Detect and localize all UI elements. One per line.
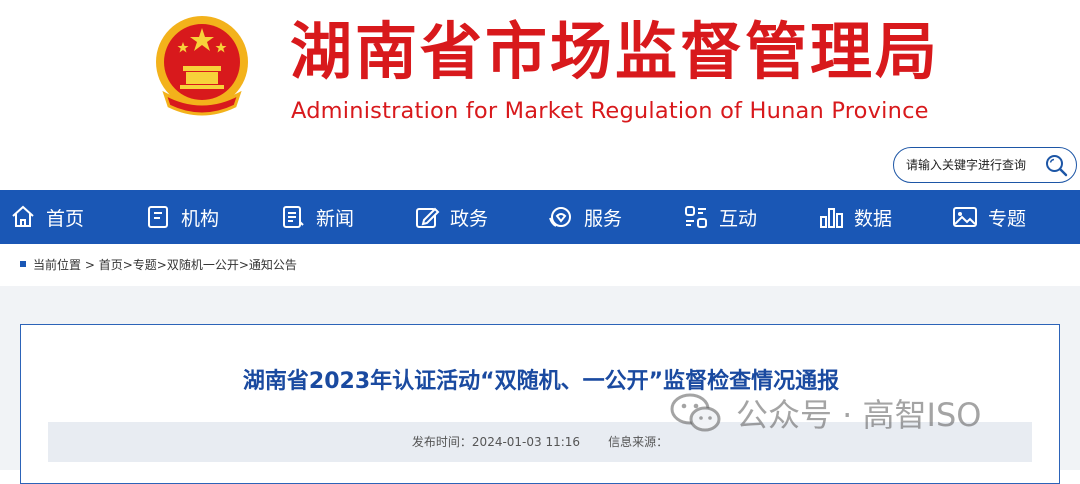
news-icon [283, 206, 304, 228]
search-input[interactable]: 请输入关键字进行查询 [906, 148, 1026, 182]
nav-item-news[interactable]: 新闻 [280, 190, 354, 244]
interact-icon [685, 206, 707, 228]
breadcrumb-separator: > [122, 258, 133, 272]
home-icon [12, 205, 34, 227]
watermark-text: 公众号 · 高智ISO [736, 396, 982, 434]
nav-item-label: 新闻 [316, 207, 355, 230]
site-subtitle: Administration for Market Regulation of … [291, 98, 929, 124]
breadcrumb-separator: > [238, 258, 249, 272]
site-header: 湖南省市场监督管理局 Administration for Market Reg… [0, 0, 1080, 190]
nav-item-org[interactable]: 机构 [145, 190, 219, 244]
nav-item-service[interactable]: 服务 [548, 190, 622, 244]
nav-item-label: 专题 [988, 207, 1027, 230]
search-box[interactable]: 请输入关键字进行查询 [893, 147, 1077, 183]
nav-item-label: 服务 [584, 207, 623, 230]
service-icon [549, 207, 571, 227]
nav-item-interact[interactable]: 互动 [683, 190, 757, 244]
publish-time-label: 发布时间： [411, 435, 472, 449]
nav-item-home[interactable]: 首页 [10, 190, 84, 244]
breadcrumb-item-topics[interactable]: 专题 [133, 258, 157, 272]
nav-item-label: 互动 [719, 207, 758, 230]
watermark: 公众号 · 高智ISO [670, 388, 981, 438]
breadcrumb-item-home[interactable]: 首页 [99, 258, 123, 272]
publish-time: 2024-01-03 11:16 [471, 435, 581, 449]
search-icon[interactable] [1044, 153, 1068, 177]
nav-item-government[interactable]: 政务 [414, 190, 488, 244]
site-title: 湖南省市场监督管理局 [290, 15, 941, 88]
breadcrumb: 当前位置 > 首页>专题>双随机一公开>通知公告 [33, 244, 297, 286]
edit-icon [416, 207, 440, 228]
breadcrumb-item-notices[interactable]: 通知公告 [249, 258, 297, 272]
breadcrumb-separator: > [156, 258, 167, 272]
nav-item-data[interactable]: 数据 [818, 190, 892, 244]
breadcrumb-bar: 当前位置 > 首页>专题>双随机一公开>通知公告 [0, 244, 1080, 286]
breadcrumb-prefix: 当前位置 > [33, 258, 99, 272]
org-icon [148, 206, 168, 228]
source-label: 信息来源： [608, 435, 669, 449]
nav-item-topics[interactable]: 专题 [952, 190, 1026, 244]
breadcrumb-bullet [20, 261, 26, 267]
image-icon [953, 207, 977, 227]
breadcrumb-item-random-inspection[interactable]: 双随机一公开 [167, 258, 239, 272]
nav-item-label: 政务 [450, 207, 489, 230]
nav-item-label: 机构 [181, 207, 220, 230]
national-emblem-icon[interactable] [153, 14, 251, 118]
data-chart-icon [820, 208, 843, 228]
main-nav: 首页 机构 新闻 政务 服务 互动 数据 专题 [0, 190, 1080, 244]
wechat-icon [670, 393, 721, 432]
nav-item-label: 数据 [854, 207, 893, 230]
nav-item-label: 首页 [46, 207, 85, 230]
